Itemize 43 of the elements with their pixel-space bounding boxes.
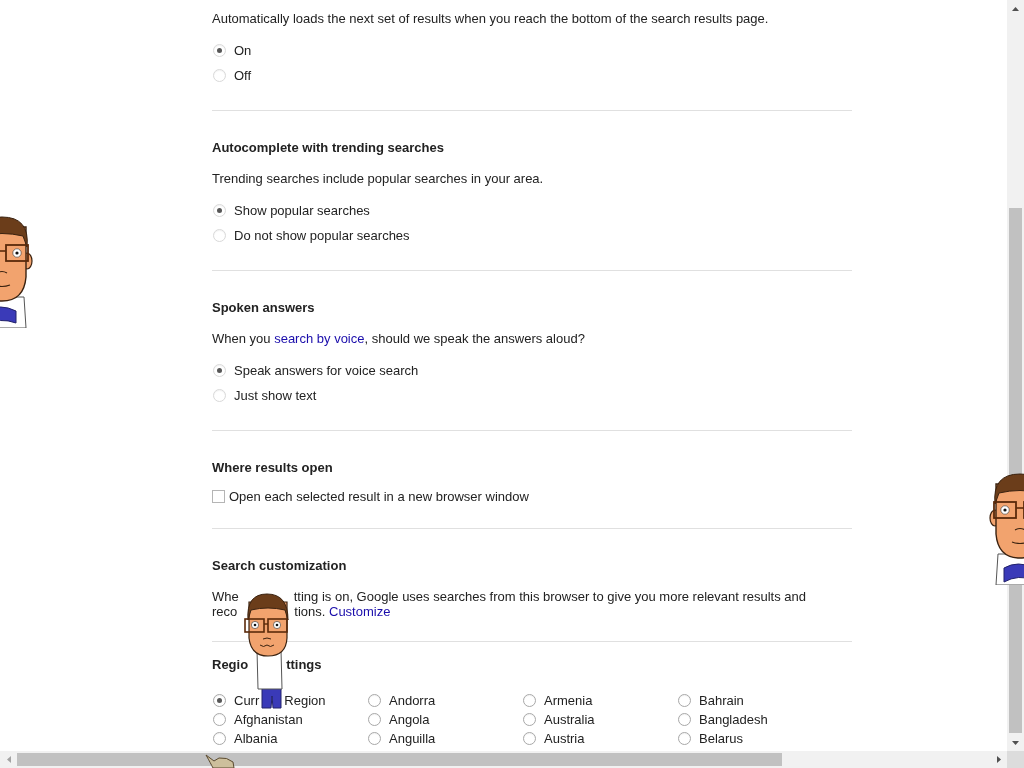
radio-option[interactable]: Bahrain [677,691,744,710]
section-heading: Autocomplete with trending searches [212,140,444,155]
radio-option[interactable]: Austria [522,729,585,748]
section-heading: Spoken answers [212,300,315,315]
radio-option[interactable]: Andorra [367,691,436,710]
section-heading: ttings [286,657,322,672]
description-text: Whe [212,589,239,604]
section-heading: Search customization [212,558,347,573]
checkbox-icon[interactable] [212,489,225,503]
radio-option[interactable]: Show popular searches [212,198,370,223]
checkbox-option[interactable]: Open each selected result in a new browser window [212,486,529,506]
scroll-up-icon[interactable] [1012,6,1019,11]
radio-option[interactable]: Australia [522,710,595,729]
radio-option[interactable]: Off [212,63,252,88]
horizontal-scrollbar[interactable] [0,751,1007,768]
radio-option[interactable]: Belarus [677,729,744,748]
cartoon-hand-drawing [205,754,235,768]
radio-option[interactable]: Anguilla [367,729,436,748]
section-heading: Regio [212,657,249,672]
description-text: Trending searches include popular searches in your area. [212,171,544,186]
description-text: When you search by voice, should we speak the answers aloud? [212,331,585,346]
radio-option[interactable]: Bangladesh [677,710,768,729]
radio-option[interactable]: Armenia [522,691,593,710]
radio-option[interactable]: Afghanistan [212,710,303,729]
description-text: tting is on, Google uses searches from this browser to give you more relevant results and [293,589,807,604]
description-text: reco [212,604,238,619]
radio-option[interactable]: Do not show popular searches [212,223,410,248]
scroll-down-icon[interactable] [1012,740,1019,745]
scroll-left-icon[interactable] [6,756,11,763]
section-heading: Where results open [212,460,333,475]
radio-option[interactable]: Angola [367,710,430,729]
radio-option[interactable]: On [212,38,252,63]
radio-option[interactable]: Albania [212,729,278,748]
scrollbar-thumb[interactable] [17,753,782,766]
option-label[interactable]: Region [284,693,326,708]
scroll-right-icon[interactable] [996,756,1001,763]
radio-option[interactable]: Just show text [212,383,317,408]
radio-option[interactable]: Curr [212,691,260,710]
description-text: Automatically loads the next set of results when you reach the bottom of the search results page. [212,11,769,26]
link[interactable]: Customize [329,604,391,619]
scrollbar-corner [1007,751,1024,768]
description-text: tions. [294,604,326,619]
radio-option[interactable]: Speak answers for voice search [212,358,419,383]
